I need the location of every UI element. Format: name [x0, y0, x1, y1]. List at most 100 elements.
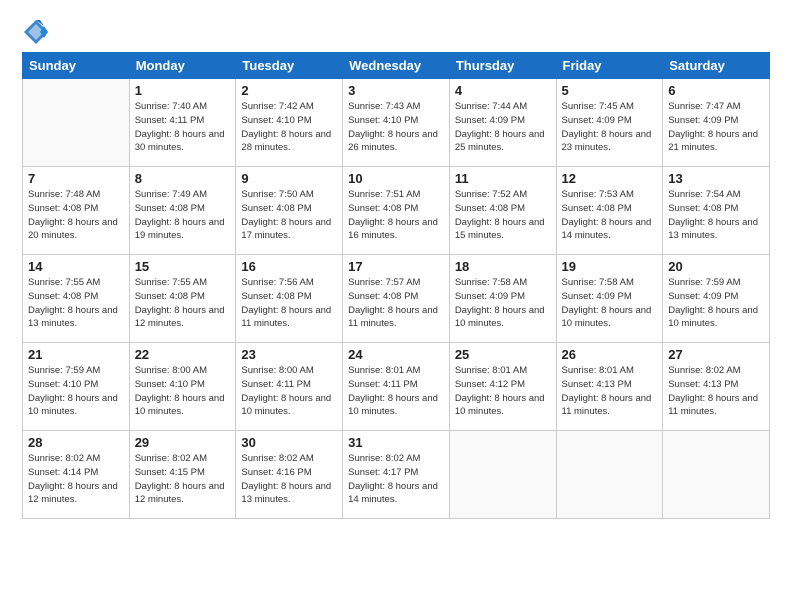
day-info: Sunrise: 8:01 AM Sunset: 4:13 PM Dayligh… — [562, 364, 658, 419]
day-info: Sunrise: 8:01 AM Sunset: 4:12 PM Dayligh… — [455, 364, 551, 419]
day-cell: 14Sunrise: 7:55 AM Sunset: 4:08 PM Dayli… — [23, 255, 130, 343]
day-number: 30 — [241, 435, 337, 450]
day-cell: 1Sunrise: 7:40 AM Sunset: 4:11 PM Daylig… — [129, 79, 236, 167]
day-cell: 7 Sunrise: 7:48 AM Sunset: 4:08 PM Daylig… — [23, 167, 130, 255]
day-cell: 19 Sunrise: 7:58 AM Sunset: 4:09 PM Dayli… — [556, 255, 663, 343]
week-row-1: 1Sunrise: 7:40 AM Sunset: 4:11 PM Daylig… — [23, 79, 770, 167]
day-cell: 26Sunrise: 8:01 AM Sunset: 4:13 PM Dayli… — [556, 343, 663, 431]
day-number: 16 — [241, 259, 337, 274]
header — [22, 18, 770, 46]
day-number: 1 — [135, 83, 231, 98]
day-number: 27 — [668, 347, 764, 362]
weekday-header-saturday: Saturday — [663, 53, 770, 79]
day-info: Sunrise: 8:02 AM Sunset: 4:14 PM Dayligh… — [28, 452, 124, 507]
day-number: 14 — [28, 259, 124, 274]
day-cell: 16 Sunrise: 7:56 AM Sunset: 4:08 PM Dayli… — [236, 255, 343, 343]
day-number: 9 — [241, 171, 337, 186]
day-number: 13 — [668, 171, 764, 186]
day-cell: 4Sunrise: 7:44 AM Sunset: 4:09 PM Daylig… — [449, 79, 556, 167]
day-number: 6 — [668, 83, 764, 98]
day-cell — [23, 79, 130, 167]
day-cell: 15Sunrise: 7:55 AM Sunset: 4:08 PM Dayli… — [129, 255, 236, 343]
weekday-header-tuesday: Tuesday — [236, 53, 343, 79]
day-info: Sunrise: 8:02 AM Sunset: 4:17 PM Dayligh… — [348, 452, 444, 507]
day-number: 2 — [241, 83, 337, 98]
day-number: 20 — [668, 259, 764, 274]
day-info: Sunrise: 7:51 AM Sunset: 4:08 PM Dayligh… — [348, 188, 444, 243]
day-info: Sunrise: 7:54 AM Sunset: 4:08 PM Dayligh… — [668, 188, 764, 243]
day-info: Sunrise: 7:47 AM Sunset: 4:09 PM Dayligh… — [668, 100, 764, 155]
day-info: Sunrise: 7:53 AM Sunset: 4:08 PM Dayligh… — [562, 188, 658, 243]
day-number: 22 — [135, 347, 231, 362]
day-number: 10 — [348, 171, 444, 186]
day-info: Sunrise: 8:00 AM Sunset: 4:11 PM Dayligh… — [241, 364, 337, 419]
day-cell: 23 Sunrise: 8:00 AM Sunset: 4:11 PM Dayli… — [236, 343, 343, 431]
day-info: Sunrise: 7:58 AM Sunset: 4:09 PM Dayligh… — [562, 276, 658, 331]
day-cell: 6 Sunrise: 7:47 AM Sunset: 4:09 PM Daylig… — [663, 79, 770, 167]
weekday-header-wednesday: Wednesday — [343, 53, 450, 79]
day-cell: 28 Sunrise: 8:02 AM Sunset: 4:14 PM Dayli… — [23, 431, 130, 519]
day-info: Sunrise: 7:45 AM Sunset: 4:09 PM Dayligh… — [562, 100, 658, 155]
day-cell: 30Sunrise: 8:02 AM Sunset: 4:16 PM Dayli… — [236, 431, 343, 519]
day-cell: 31 Sunrise: 8:02 AM Sunset: 4:17 PM Dayli… — [343, 431, 450, 519]
weekday-header-thursday: Thursday — [449, 53, 556, 79]
calendar: SundayMondayTuesdayWednesdayThursdayFrid… — [22, 52, 770, 519]
day-cell: 25Sunrise: 8:01 AM Sunset: 4:12 PM Dayli… — [449, 343, 556, 431]
day-number: 31 — [348, 435, 444, 450]
day-cell: 13 Sunrise: 7:54 AM Sunset: 4:08 PM Dayli… — [663, 167, 770, 255]
day-cell — [556, 431, 663, 519]
day-number: 7 — [28, 171, 124, 186]
day-number: 3 — [348, 83, 444, 98]
logo-icon — [22, 18, 50, 46]
day-cell: 8Sunrise: 7:49 AM Sunset: 4:08 PM Daylig… — [129, 167, 236, 255]
day-cell — [449, 431, 556, 519]
day-number: 24 — [348, 347, 444, 362]
day-cell: 21Sunrise: 7:59 AM Sunset: 4:10 PM Dayli… — [23, 343, 130, 431]
day-cell: 10 Sunrise: 7:51 AM Sunset: 4:08 PM Dayli… — [343, 167, 450, 255]
day-cell: 27 Sunrise: 8:02 AM Sunset: 4:13 PM Dayli… — [663, 343, 770, 431]
day-info: Sunrise: 7:43 AM Sunset: 4:10 PM Dayligh… — [348, 100, 444, 155]
day-number: 19 — [562, 259, 658, 274]
day-info: Sunrise: 7:56 AM Sunset: 4:08 PM Dayligh… — [241, 276, 337, 331]
day-info: Sunrise: 7:50 AM Sunset: 4:08 PM Dayligh… — [241, 188, 337, 243]
day-info: Sunrise: 7:52 AM Sunset: 4:08 PM Dayligh… — [455, 188, 551, 243]
day-cell: 5 Sunrise: 7:45 AM Sunset: 4:09 PM Daylig… — [556, 79, 663, 167]
week-row-2: 7 Sunrise: 7:48 AM Sunset: 4:08 PM Daylig… — [23, 167, 770, 255]
day-cell: 12 Sunrise: 7:53 AM Sunset: 4:08 PM Dayli… — [556, 167, 663, 255]
day-number: 28 — [28, 435, 124, 450]
day-number: 12 — [562, 171, 658, 186]
day-info: Sunrise: 8:02 AM Sunset: 4:13 PM Dayligh… — [668, 364, 764, 419]
weekday-header-sunday: Sunday — [23, 53, 130, 79]
weekday-header-row: SundayMondayTuesdayWednesdayThursdayFrid… — [23, 53, 770, 79]
page: SundayMondayTuesdayWednesdayThursdayFrid… — [0, 0, 792, 612]
day-number: 18 — [455, 259, 551, 274]
day-info: Sunrise: 7:42 AM Sunset: 4:10 PM Dayligh… — [241, 100, 337, 155]
day-cell: 22 Sunrise: 8:00 AM Sunset: 4:10 PM Dayli… — [129, 343, 236, 431]
day-number: 11 — [455, 171, 551, 186]
day-info: Sunrise: 8:00 AM Sunset: 4:10 PM Dayligh… — [135, 364, 231, 419]
day-cell — [663, 431, 770, 519]
day-cell: 20 Sunrise: 7:59 AM Sunset: 4:09 PM Dayli… — [663, 255, 770, 343]
day-info: Sunrise: 7:44 AM Sunset: 4:09 PM Dayligh… — [455, 100, 551, 155]
day-number: 21 — [28, 347, 124, 362]
day-cell: 9 Sunrise: 7:50 AM Sunset: 4:08 PM Daylig… — [236, 167, 343, 255]
day-info: Sunrise: 7:48 AM Sunset: 4:08 PM Dayligh… — [28, 188, 124, 243]
weekday-header-friday: Friday — [556, 53, 663, 79]
day-cell: 11 Sunrise: 7:52 AM Sunset: 4:08 PM Dayli… — [449, 167, 556, 255]
day-number: 23 — [241, 347, 337, 362]
day-cell: 2 Sunrise: 7:42 AM Sunset: 4:10 PM Daylig… — [236, 79, 343, 167]
day-number: 17 — [348, 259, 444, 274]
day-info: Sunrise: 8:01 AM Sunset: 4:11 PM Dayligh… — [348, 364, 444, 419]
day-info: Sunrise: 8:02 AM Sunset: 4:15 PM Dayligh… — [135, 452, 231, 507]
day-cell: 24 Sunrise: 8:01 AM Sunset: 4:11 PM Dayli… — [343, 343, 450, 431]
day-info: Sunrise: 7:49 AM Sunset: 4:08 PM Dayligh… — [135, 188, 231, 243]
week-row-3: 14 Sunrise: 7:55 AM Sunset: 4:08 PM Dayli… — [23, 255, 770, 343]
logo — [22, 18, 54, 46]
weekday-header-monday: Monday — [129, 53, 236, 79]
day-info: Sunrise: 7:59 AM Sunset: 4:09 PM Dayligh… — [668, 276, 764, 331]
day-info: Sunrise: 7:57 AM Sunset: 4:08 PM Dayligh… — [348, 276, 444, 331]
day-cell: 18Sunrise: 7:58 AM Sunset: 4:09 PM Dayli… — [449, 255, 556, 343]
day-info: Sunrise: 7:55 AM Sunset: 4:08 PM Dayligh… — [135, 276, 231, 331]
day-number: 5 — [562, 83, 658, 98]
day-number: 29 — [135, 435, 231, 450]
